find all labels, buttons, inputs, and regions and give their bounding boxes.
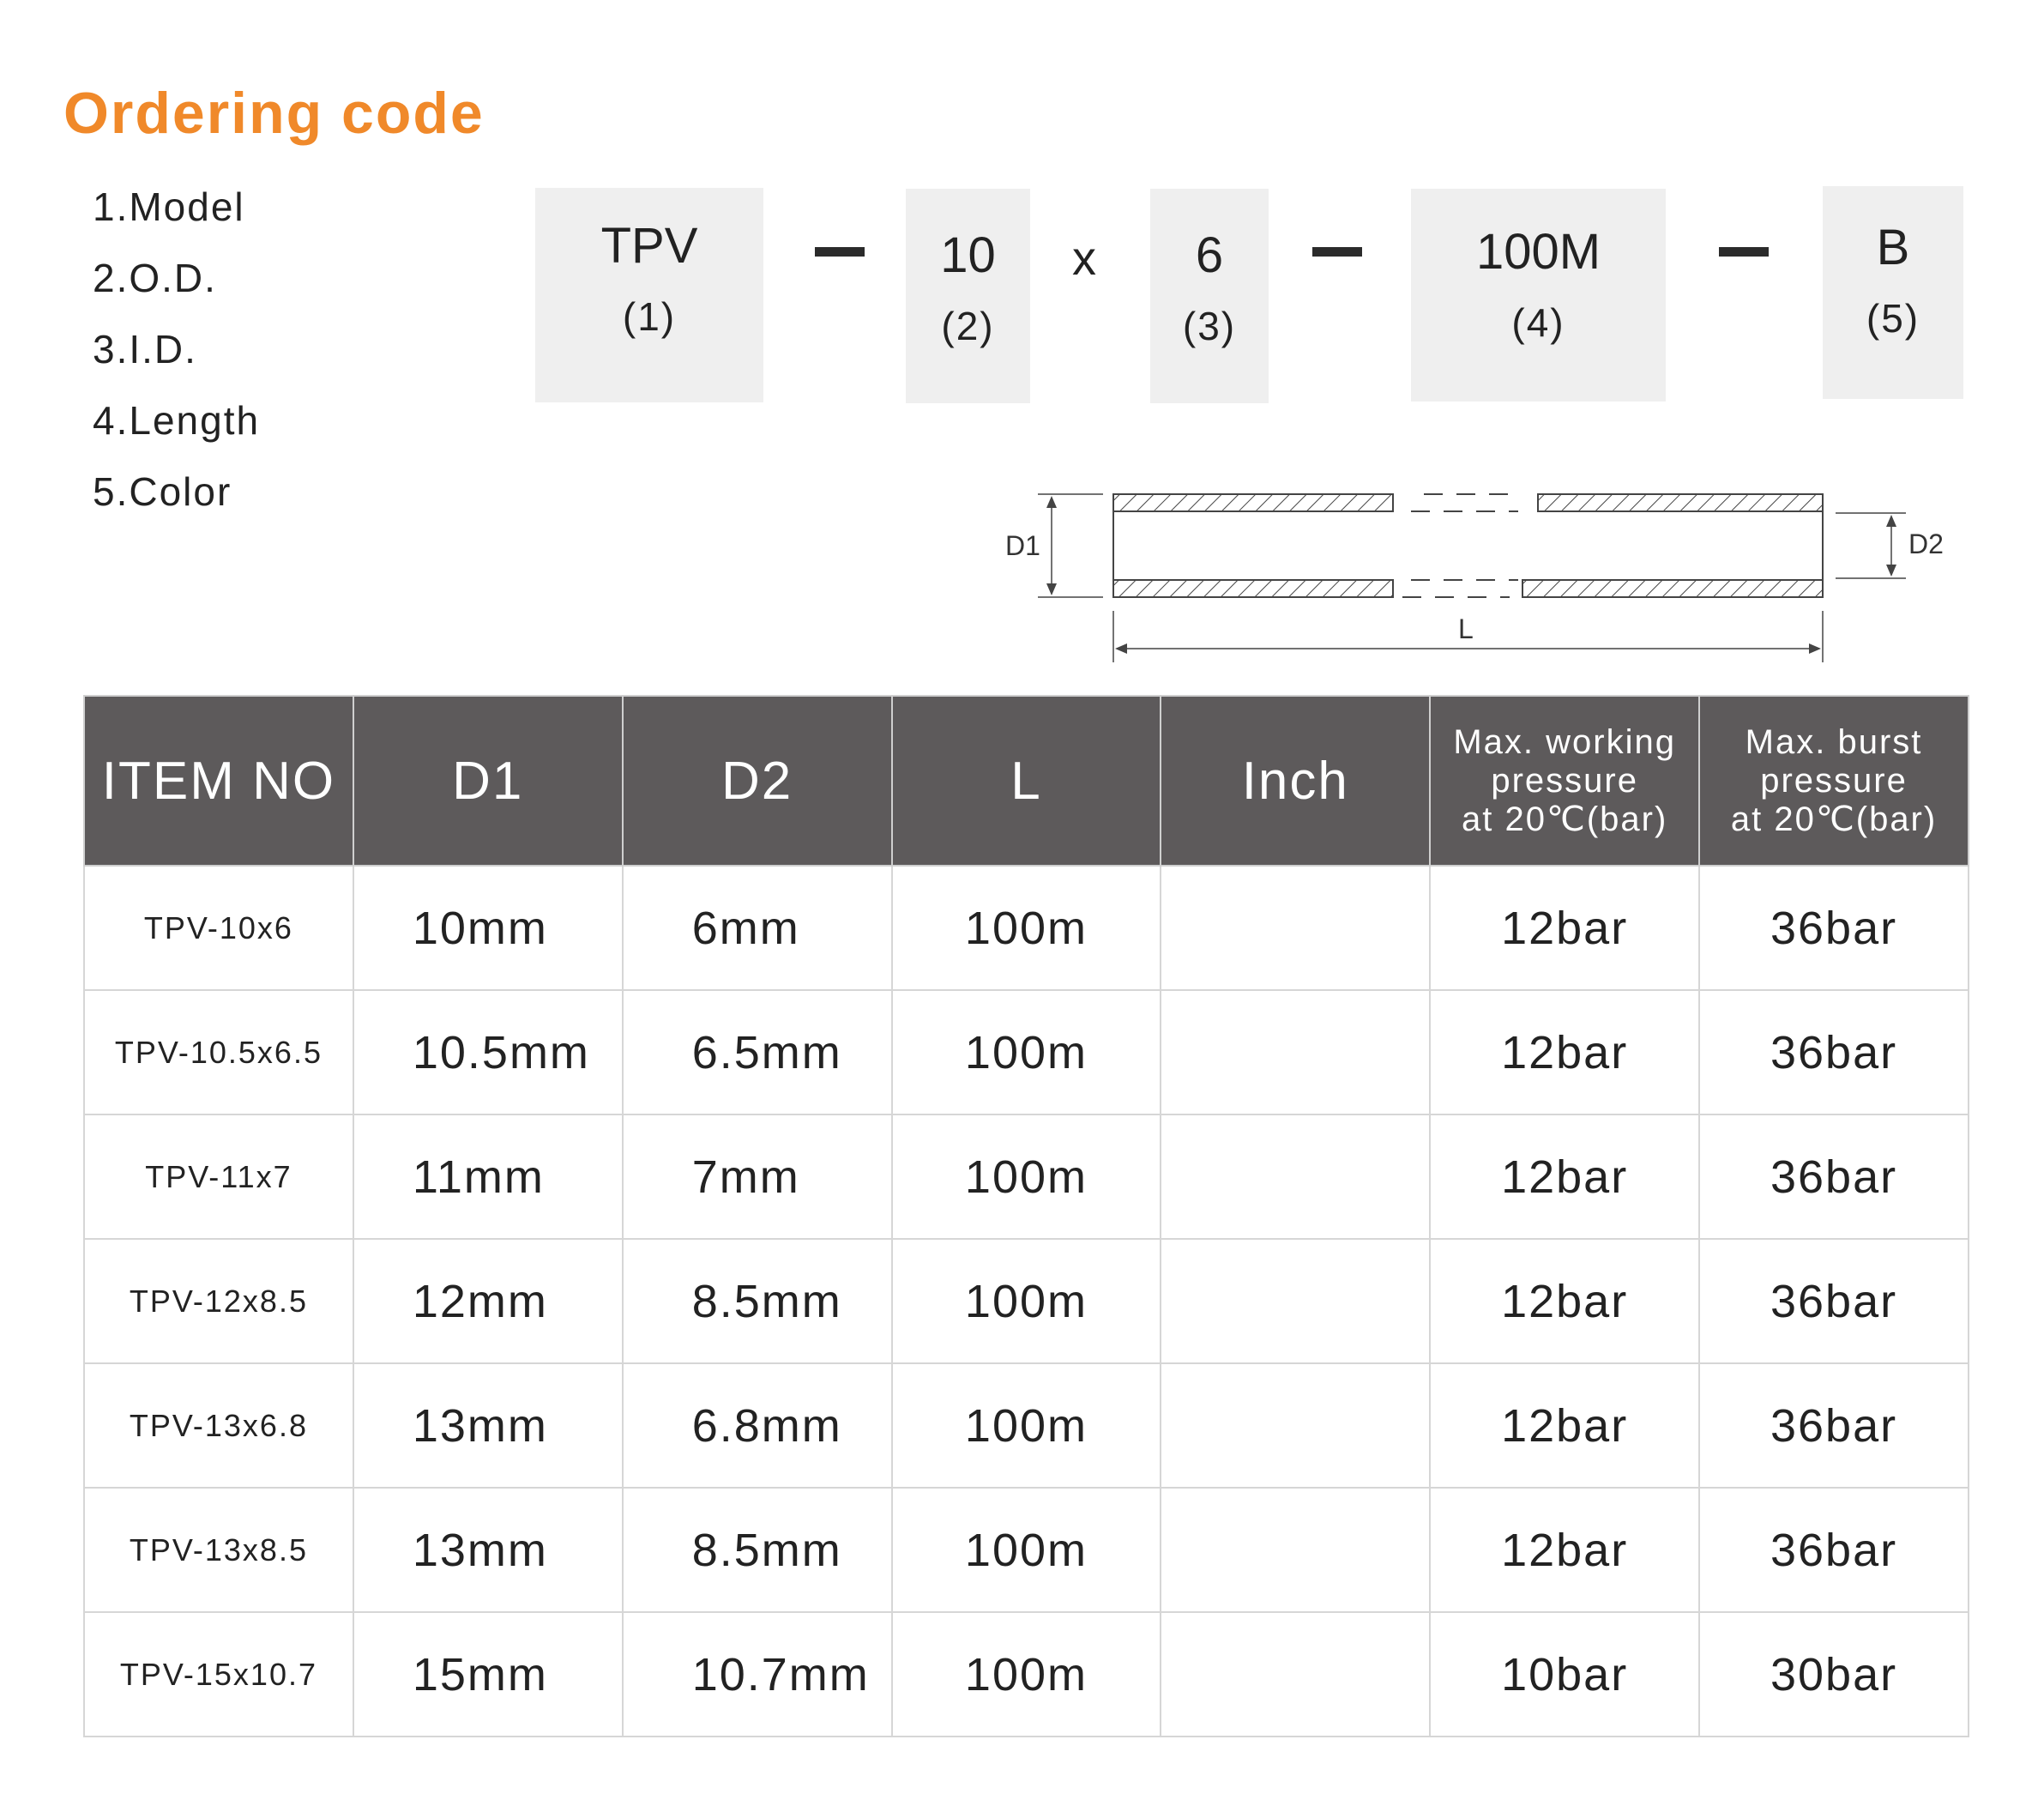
header-burst-pressure: Max. burst pressure at 20℃(bar) (1698, 695, 1969, 867)
header-line: at 20℃(bar) (1461, 800, 1668, 838)
cell-burst-pressure: 36bar (1698, 1487, 1969, 1613)
cell-l: 100m (890, 1362, 1162, 1489)
cell-working-pressure: 12bar (1429, 1114, 1701, 1240)
cell-item-no: TPV-10x6 (83, 865, 354, 991)
cell-inch (1160, 1362, 1432, 1489)
cell-working-pressure: 12bar (1429, 1487, 1701, 1613)
cell-working-pressure: 12bar (1429, 865, 1701, 991)
cell-d2: 7mm (621, 1114, 893, 1240)
l-label: L (1458, 613, 1474, 644)
header-working-pressure: Max. working pressure at 20℃(bar) (1429, 695, 1701, 867)
cell-inch (1160, 1487, 1432, 1613)
cell-d2: 8.5mm (621, 1487, 893, 1613)
cell-d1: 13mm (352, 1362, 624, 1489)
header-l: L (890, 695, 1162, 867)
cell-d2: 6.5mm (621, 989, 893, 1115)
header-d2: D2 (621, 695, 893, 867)
cell-d2: 6mm (621, 865, 893, 991)
tube-wall-bottom (1112, 579, 1824, 598)
header-d1: D1 (352, 695, 624, 867)
cell-working-pressure: 12bar (1429, 989, 1701, 1115)
table-row: TPV-15x10.7 15mm 10.7mm 100m 10bar 30bar (83, 1611, 1969, 1737)
cell-d1: 10.5mm (352, 989, 624, 1115)
cell-d1: 12mm (352, 1238, 624, 1364)
table-row: TPV-12x8.5 12mm 8.5mm 100m 12bar 36bar (83, 1238, 1969, 1364)
table-header-row: ITEM NO D1 D2 L Inch Max. working pressu… (83, 695, 1969, 867)
cell-l: 100m (890, 1611, 1162, 1737)
cell-working-pressure: 12bar (1429, 1362, 1701, 1489)
cell-item-no: TPV-13x6.8 (83, 1362, 354, 1489)
cell-l: 100m (890, 989, 1162, 1115)
header-item-no: ITEM NO (83, 695, 354, 867)
table-row: TPV-13x8.5 13mm 8.5mm 100m 12bar 36bar (83, 1487, 1969, 1613)
cell-working-pressure: 10bar (1429, 1611, 1701, 1737)
d1-dimension: D1 (1005, 493, 1103, 598)
length-dimension: L (1112, 611, 1824, 662)
cell-d1: 13mm (352, 1487, 624, 1613)
d1-label: D1 (1005, 530, 1040, 561)
cell-burst-pressure: 36bar (1698, 1238, 1969, 1364)
cell-working-pressure: 12bar (1429, 1238, 1701, 1364)
table-row: TPV-13x6.8 13mm 6.8mm 100m 12bar 36bar (83, 1362, 1969, 1489)
tube-diagram: D1 D2 L (1005, 493, 1944, 662)
cell-l: 100m (890, 865, 1162, 991)
cell-item-no: TPV-10.5x6.5 (83, 989, 354, 1115)
cell-d2: 8.5mm (621, 1238, 893, 1364)
d2-dimension: D2 (1836, 512, 1944, 579)
cell-item-no: TPV-15x10.7 (83, 1611, 354, 1737)
header-line: pressure (1760, 761, 1908, 800)
cell-inch (1160, 865, 1432, 991)
cell-d1: 11mm (352, 1114, 624, 1240)
cell-d1: 10mm (352, 865, 624, 991)
cell-item-no: TPV-13x8.5 (83, 1487, 354, 1613)
cell-burst-pressure: 30bar (1698, 1611, 1969, 1737)
table-row: TPV-10x6 10mm 6mm 100m 12bar 36bar (83, 865, 1969, 991)
cell-burst-pressure: 36bar (1698, 989, 1969, 1115)
cell-item-no: TPV-12x8.5 (83, 1238, 354, 1364)
table-row: TPV-10.5x6.5 10.5mm 6.5mm 100m 12bar 36b… (83, 989, 1969, 1115)
cell-burst-pressure: 36bar (1698, 865, 1969, 991)
header-line: pressure (1491, 761, 1638, 800)
header-line: at 20℃(bar) (1730, 800, 1938, 838)
header-inch: Inch (1160, 695, 1432, 867)
header-line: Max. working (1453, 722, 1676, 761)
cell-l: 100m (890, 1487, 1162, 1613)
spec-table: ITEM NO D1 D2 L Inch Max. working pressu… (83, 695, 1969, 1737)
header-line: Max. burst (1745, 722, 1923, 761)
cell-inch (1160, 989, 1432, 1115)
cell-burst-pressure: 36bar (1698, 1362, 1969, 1489)
cell-inch (1160, 1114, 1432, 1240)
cell-inch (1160, 1238, 1432, 1364)
table-row: TPV-11x7 11mm 7mm 100m 12bar 36bar (83, 1114, 1969, 1240)
cell-d2: 10.7mm (621, 1611, 893, 1737)
d2-label: D2 (1908, 529, 1944, 559)
cell-d2: 6.8mm (621, 1362, 893, 1489)
cell-burst-pressure: 36bar (1698, 1114, 1969, 1240)
cell-l: 100m (890, 1238, 1162, 1364)
cell-l: 100m (890, 1114, 1162, 1240)
cell-inch (1160, 1611, 1432, 1737)
tube-wall-top (1112, 493, 1824, 512)
cell-d1: 15mm (352, 1611, 624, 1737)
cell-item-no: TPV-11x7 (83, 1114, 354, 1240)
